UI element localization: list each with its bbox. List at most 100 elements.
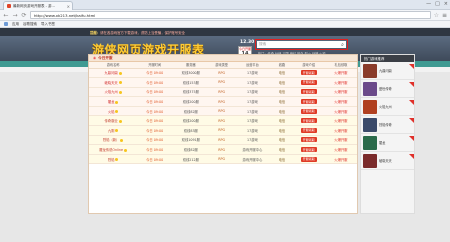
game-thumbnail[interactable]	[363, 99, 377, 114]
intro-button[interactable]: 开服领取	[300, 137, 317, 143]
sidebar-game-item[interactable]: 破晓天天	[361, 152, 414, 170]
cell-name[interactable]: 九鼎问鼎	[89, 68, 138, 79]
reload-icon[interactable]: ⟳	[21, 12, 27, 19]
gift-link[interactable]: 火爆开服	[334, 138, 347, 142]
sidebar-game-item[interactable]: 盛世传奇	[361, 80, 414, 98]
cell-intro[interactable]: 开服领取	[292, 135, 325, 146]
search-input[interactable]: 搜索	[259, 42, 339, 47]
cell-name[interactable]: 屠龙	[89, 96, 138, 107]
tab-close-icon[interactable]: ×	[67, 4, 72, 9]
cell-gift[interactable]: 火爆开服	[324, 87, 357, 98]
game-thumbnail[interactable]	[363, 153, 377, 168]
maximize-icon[interactable]: □	[435, 1, 440, 7]
search-box[interactable]: 搜索 ⌕	[257, 41, 346, 48]
url-field[interactable]: http://www.xk213.net/kaifu.html	[30, 11, 431, 19]
hot-ribbon-icon	[409, 64, 414, 69]
cell-gift[interactable]: 火爆开服	[324, 135, 357, 146]
game-name[interactable]: 破晓天天	[379, 158, 392, 163]
sidebar-game-item[interactable]: 火焰九州	[361, 98, 414, 116]
intro-button[interactable]: 开服领取	[300, 108, 317, 114]
cell-type: RPG	[209, 125, 234, 136]
cell-gift[interactable]: 火爆开服	[324, 125, 357, 136]
intro-button[interactable]: 开服领取	[300, 79, 317, 85]
game-name[interactable]: 烈焰传奇	[379, 122, 392, 127]
table-row[interactable]: 九阴 今日 09:00 双线83服 RPG 17游戏 电信 开服领取 火爆开服	[89, 125, 357, 136]
cell-name[interactable]: 烈焰	[89, 154, 138, 165]
game-name[interactable]: 屠龙	[379, 140, 385, 145]
cell-name[interactable]: 九阴	[89, 125, 138, 136]
gift-link[interactable]: 火爆开服	[334, 158, 347, 162]
cell-name[interactable]: 传奇霸业	[89, 115, 138, 127]
gift-link[interactable]: 火爆开服	[334, 110, 347, 114]
cell-gift[interactable]: 火爆开服	[324, 68, 357, 79]
gift-link[interactable]: 火爆开服	[334, 71, 347, 75]
cell-intro[interactable]: 开服领取	[292, 125, 325, 136]
bookmark-apps[interactable]: 应用	[12, 22, 19, 27]
gift-link[interactable]: 火爆开服	[334, 129, 347, 133]
sidebar-game-item[interactable]: 烈焰传奇	[361, 116, 414, 134]
name-text: 屠龙	[107, 100, 115, 105]
cell-gift[interactable]: 火爆开服	[324, 96, 357, 107]
game-name[interactable]: 九鼎问鼎	[379, 68, 392, 73]
game-name[interactable]: 盛世传奇	[379, 86, 392, 91]
intro-button[interactable]: 开服领取	[300, 147, 317, 153]
table-row[interactable]: 烈焰（新） 今日 09:00 双线1091服 RPG 17游戏 电信 开服领取 火爆开服	[89, 135, 357, 146]
game-name[interactable]: 火焰九州	[379, 104, 392, 109]
intro-button[interactable]: 开服领取	[300, 127, 317, 133]
cell-intro[interactable]: 开服领取	[292, 96, 325, 107]
sidebar-game-item[interactable]: 九鼎问鼎	[361, 62, 414, 80]
cell-intro[interactable]: 开服领取	[292, 154, 325, 165]
cell-intro[interactable]: 开服领取	[292, 87, 325, 98]
cell-name[interactable]: 屠龙传说Online	[89, 144, 138, 155]
cell-gift[interactable]: 火爆开服	[324, 106, 357, 117]
game-thumbnail[interactable]	[363, 81, 377, 96]
cell-gift[interactable]: 火爆开服	[324, 115, 357, 127]
table-row[interactable]: 屠龙 今日 09:00 双线200服 RPG 17游戏 电信 开服领取 火爆开服	[89, 96, 357, 107]
game-thumbnail[interactable]	[363, 135, 377, 150]
menu-icon[interactable]: ≡	[442, 12, 447, 19]
intro-button[interactable]: 开服领取	[300, 99, 317, 105]
close-window-icon[interactable]: ×	[444, 1, 448, 7]
cell-name[interactable]: 破晓天天	[89, 77, 138, 88]
gift-link[interactable]: 火爆开服	[334, 119, 347, 123]
gift-link[interactable]: 火爆开服	[334, 81, 347, 85]
cell-name[interactable]: 火焰	[89, 106, 138, 117]
bookmark-google[interactable]: 谷歌搜索	[23, 22, 37, 27]
cell-gift[interactable]: 火爆开服	[324, 154, 357, 165]
cell-gift[interactable]: 火爆开服	[324, 144, 357, 155]
cell-gift[interactable]: 火爆开服	[324, 77, 357, 88]
sidebar-game-item[interactable]: 屠龙	[361, 134, 414, 152]
cell-intro[interactable]: 开服领取	[292, 144, 325, 155]
cell-intro[interactable]: 开服领取	[292, 77, 325, 88]
cell-intro[interactable]: 开服领取	[292, 115, 325, 127]
table-row[interactable]: 烈焰 今日 09:00 双线212服 RPG 游戏开服中心 电信 开服领取 火爆开服	[89, 154, 357, 165]
intro-button[interactable]: 开服领取	[300, 156, 317, 162]
gift-link[interactable]: 火爆开服	[334, 100, 347, 104]
table-row[interactable]: 破晓天天 今日 09:00 双线153服 RPG 17游戏 电信 开服领取 火爆开服	[89, 77, 357, 88]
back-icon[interactable]: ←	[3, 12, 9, 19]
cell-type: RPG	[209, 87, 234, 98]
intro-button[interactable]: 开服领取	[300, 89, 317, 95]
forward-icon[interactable]: →	[12, 12, 18, 19]
star-icon[interactable]: ☆	[434, 12, 439, 19]
cell-intro[interactable]: 开服领取	[292, 68, 325, 79]
table-row[interactable]: 屠龙传说Online 今日 09:00 双线82服 RPG 游戏开服中心 电信 开服领取 火爆…	[89, 144, 357, 155]
cell-name[interactable]: 火焰九州	[89, 87, 138, 98]
cell-server: 双线1091服	[172, 135, 210, 146]
minimize-icon[interactable]: —	[426, 1, 431, 7]
intro-button[interactable]: 开服领取	[300, 118, 317, 124]
bookmark-import[interactable]: 导入书签	[41, 22, 55, 27]
cell-name[interactable]: 烈焰（新）	[89, 135, 138, 146]
search-icon[interactable]: ⌕	[339, 42, 346, 48]
gift-link[interactable]: 火爆开服	[334, 148, 347, 152]
table-row[interactable]: 火焰 今日 09:00 双线82服 RPG 17游戏 电信 开服领取 火爆开服	[89, 106, 357, 117]
table-row[interactable]: 九鼎问鼎 今日 09:00 双线3000服 RPG 17游戏 电信 开服领取 火爆开服	[89, 68, 357, 79]
table-row[interactable]: 传奇霸业 今日 09:00 双线200服 RPG 17游戏 电信 开服领取 火爆开服	[89, 115, 357, 127]
gift-link[interactable]: 火爆开服	[334, 90, 347, 94]
game-thumbnail[interactable]	[363, 63, 377, 78]
table-row[interactable]: 火焰九州 今日 09:00 双线375服 RPG 17游戏 电信 开服领取 火爆开服	[89, 87, 357, 98]
browser-tab[interactable]: 最新网页游戏开服表 - 游... ×	[3, 1, 73, 10]
intro-button[interactable]: 开服领取	[300, 70, 317, 76]
cell-intro[interactable]: 开服领取	[292, 106, 325, 117]
game-thumbnail[interactable]	[363, 117, 377, 132]
